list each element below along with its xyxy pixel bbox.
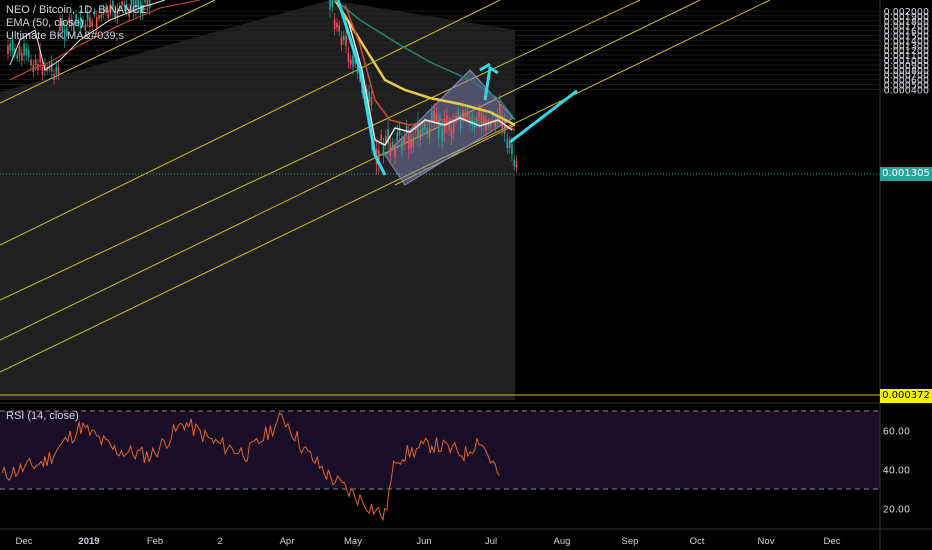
candle-body: [57, 67, 60, 75]
price-tick-label: 0.000400: [884, 85, 929, 96]
candle-body: [391, 141, 394, 147]
time-tick-label: Apr: [280, 536, 295, 547]
candle-body: [380, 134, 382, 141]
candle-body: [428, 127, 431, 138]
candle-body: [431, 112, 433, 122]
rsi-tick-label: 20.00: [883, 505, 910, 516]
candle-body: [382, 145, 385, 157]
candle-body: [410, 139, 412, 149]
time-tick-label: Feb: [147, 536, 163, 547]
candle-body: [25, 48, 28, 56]
candle-body: [34, 59, 37, 66]
candle-body: [513, 160, 515, 167]
candle-body: [405, 125, 408, 134]
candle-body: [329, 0, 331, 10]
candle-body: [453, 121, 455, 133]
candle-body: [459, 118, 462, 129]
candle-body: [27, 50, 30, 58]
candle-body: [21, 52, 23, 61]
target-price-badge: 0.000372: [880, 389, 932, 403]
candle-body: [352, 55, 354, 67]
candle-body: [7, 45, 9, 55]
candle-body: [370, 96, 373, 106]
time-tick-label: May: [344, 536, 362, 547]
candle-body: [515, 160, 518, 168]
candle-body: [331, 0, 334, 7]
time-tick-label: Oct: [690, 536, 705, 547]
chart-legend: NEO / Bitcoin, 1D, BINANCE EMA (50, clos…: [6, 4, 147, 43]
candle-body: [333, 19, 336, 30]
chart-canvas[interactable]: 0.0020000.0019000.0018000.0017000.001600…: [0, 0, 932, 550]
candle-body: [419, 129, 422, 140]
candle-body: [457, 111, 460, 118]
candle-body: [441, 128, 444, 142]
candle-body: [450, 127, 453, 138]
time-tick-label: Jun: [416, 536, 431, 547]
time-tick-label: Aug: [554, 536, 571, 547]
rsi-tick-label: 40.00: [883, 466, 910, 477]
candle-body: [394, 146, 396, 158]
candle-body: [485, 119, 487, 132]
candle-body: [403, 136, 405, 145]
legend-ultimate-ma[interactable]: Ultimate BK MA&#039;s: [6, 30, 147, 43]
candle-body: [338, 25, 340, 32]
candle-body: [343, 35, 345, 41]
time-tick-label: Dec: [824, 536, 841, 547]
candle-body: [23, 43, 25, 56]
candle-body: [349, 59, 352, 65]
candle-body: [508, 141, 511, 148]
candle-body: [421, 128, 424, 134]
candle-body: [408, 134, 410, 150]
time-tick-label: Jul: [485, 536, 497, 547]
candle-body: [506, 139, 509, 149]
candle-body: [53, 73, 55, 80]
current-price-badge: 0.001305: [880, 167, 932, 181]
candle-body: [401, 139, 403, 150]
candle-body: [336, 22, 338, 28]
candle-body: [499, 102, 501, 116]
candle-body: [144, 0, 146, 3]
candle-body: [462, 110, 464, 118]
time-tick-label: Dec: [16, 536, 33, 547]
candle-body: [16, 54, 18, 59]
candle-body: [435, 113, 438, 121]
candle-body: [389, 143, 392, 156]
candle-body: [55, 66, 58, 74]
candle-body: [511, 144, 513, 155]
time-tick-label: Nov: [758, 536, 775, 547]
legend-symbol[interactable]: NEO / Bitcoin, 1D, BINANCE: [6, 4, 147, 17]
candle-body: [443, 118, 446, 133]
candle-body: [412, 139, 415, 148]
candle-body: [347, 53, 350, 62]
candle-body: [9, 43, 12, 51]
rsi-legend[interactable]: RSI (14, close): [6, 410, 79, 422]
rsi-tick-label: 60.00: [883, 427, 910, 438]
candle-body: [368, 91, 370, 102]
candle-body: [466, 110, 469, 118]
time-tick-label: 2: [217, 536, 222, 547]
time-tick-label: 2019: [78, 536, 99, 547]
candle-body: [464, 112, 467, 118]
candle-body: [424, 123, 426, 130]
legend-ema[interactable]: EMA (50, close): [6, 17, 147, 30]
candle-body: [50, 62, 53, 72]
candle-body: [41, 66, 44, 75]
candle-body: [18, 45, 21, 56]
candle-body: [426, 128, 428, 135]
time-tick-label: Sep: [622, 536, 639, 547]
candle-body: [30, 59, 32, 66]
candle-body: [396, 131, 399, 143]
candle-body: [345, 35, 347, 47]
candle-body: [340, 37, 343, 46]
